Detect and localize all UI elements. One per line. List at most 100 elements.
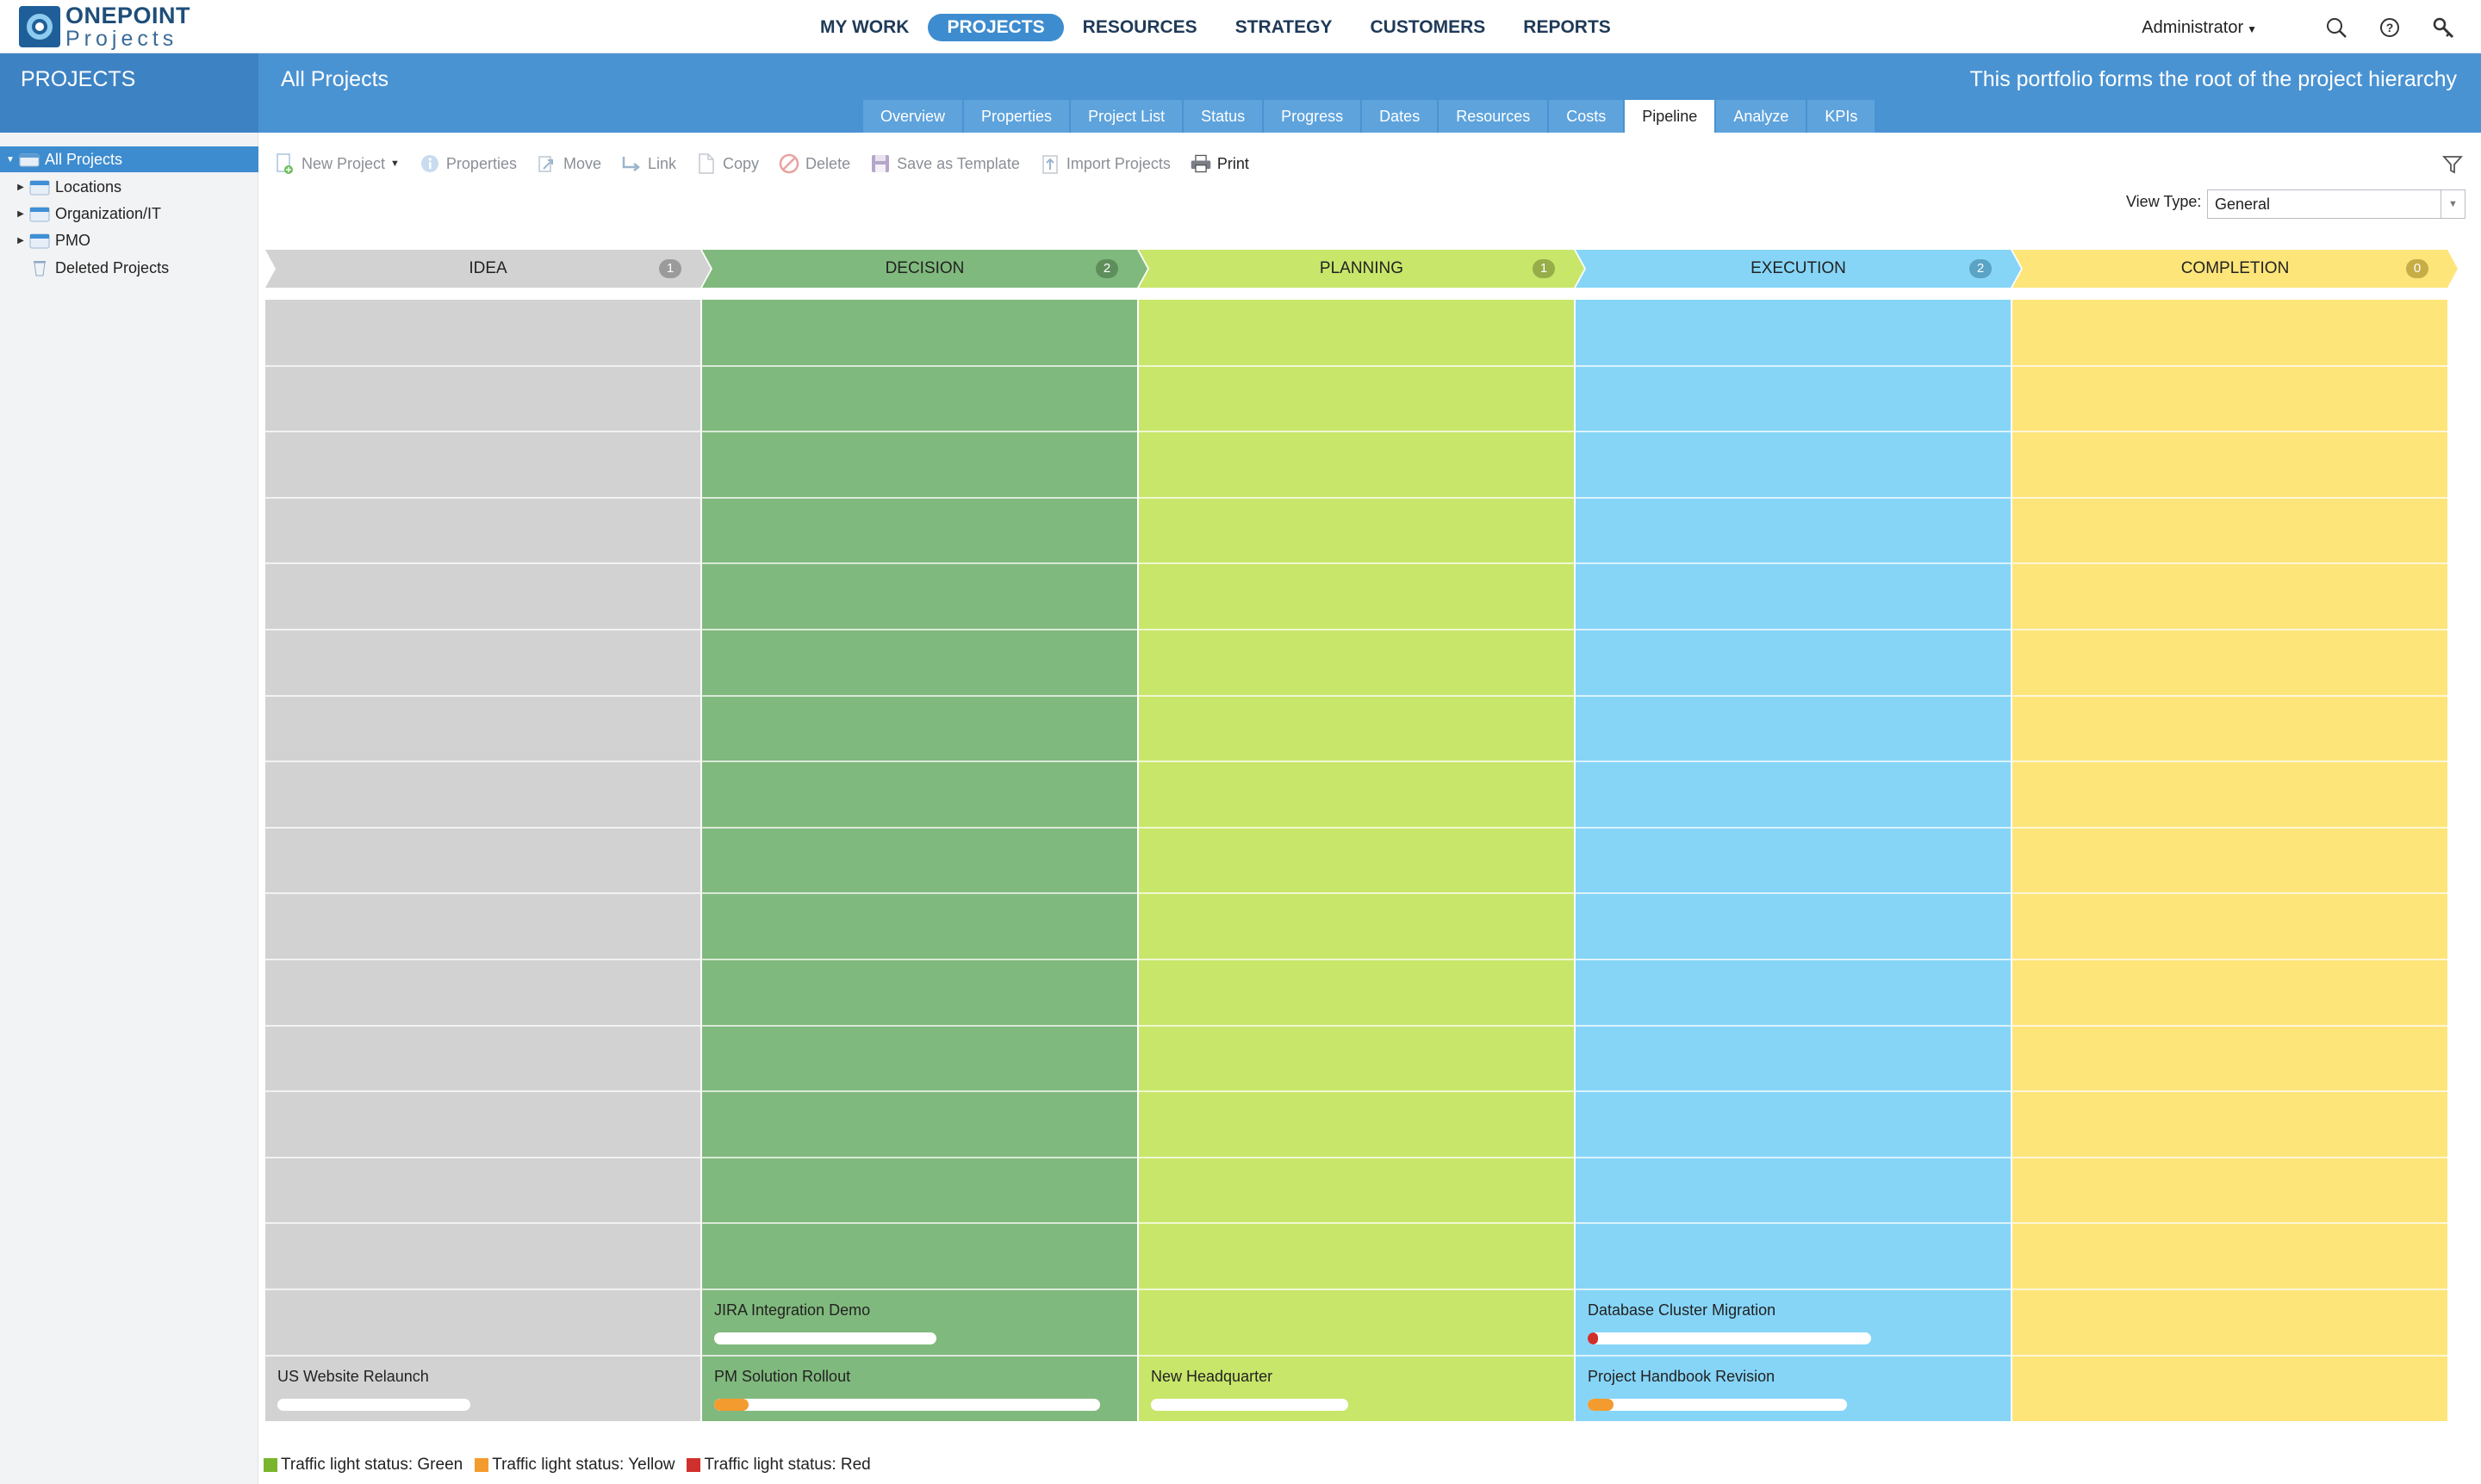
row-divider bbox=[702, 892, 1137, 895]
project-name: Database Cluster Migration bbox=[1588, 1301, 1776, 1319]
view-type-value: General bbox=[2215, 196, 2271, 213]
row-divider bbox=[265, 826, 700, 829]
row-divider bbox=[1576, 959, 2011, 960]
tab-dates[interactable]: Dates bbox=[1362, 100, 1438, 133]
onepoint-logo[interactable]: ONEPOINT Projects bbox=[19, 3, 190, 49]
tab-overview[interactable]: Overview bbox=[863, 100, 963, 133]
stage-name: DECISION bbox=[885, 259, 965, 277]
row-divider bbox=[1139, 364, 1574, 367]
filter-icon[interactable] bbox=[2441, 153, 2464, 176]
legend-item: Traffic light status: Red bbox=[687, 1456, 871, 1475]
row-divider bbox=[2012, 1156, 2447, 1158]
project-card[interactable]: New Headquarter bbox=[1139, 1356, 1574, 1421]
row-divider bbox=[1139, 496, 1574, 499]
tab-progress[interactable]: Progress bbox=[1264, 100, 1361, 133]
project-card[interactable]: Project Handbook Revision bbox=[1576, 1356, 2011, 1421]
row-divider bbox=[2012, 1024, 2447, 1027]
info-icon bbox=[419, 152, 441, 175]
progress-bar bbox=[1588, 1398, 1847, 1411]
tree-item-deleted-projects[interactable]: Deleted Projects bbox=[0, 255, 258, 281]
project-card[interactable]: PM Solution Rollout bbox=[702, 1356, 1137, 1421]
stage-column-decision: JIRA Integration Demo PM Solution Rollout bbox=[702, 300, 1137, 1422]
portfolio-icon bbox=[19, 151, 40, 168]
row-divider bbox=[2012, 761, 2447, 763]
project-name: Project Handbook Revision bbox=[1588, 1367, 1775, 1385]
view-type-select[interactable]: General ▼ bbox=[2207, 189, 2465, 219]
row-divider bbox=[702, 1024, 1137, 1027]
tree-item-pmo[interactable]: ▶ PMO bbox=[0, 227, 258, 253]
tab-properties[interactable]: Properties bbox=[964, 100, 1070, 133]
expand-toggle-icon[interactable]: ▶ bbox=[16, 236, 26, 245]
project-card[interactable]: Database Cluster Migration bbox=[1576, 1289, 2011, 1355]
tree-item-locations[interactable]: ▶ Locations bbox=[0, 174, 258, 200]
tab-status[interactable]: Status bbox=[1184, 100, 1263, 133]
row-divider bbox=[1576, 1090, 2011, 1093]
import-projects-button[interactable]: Import Projects bbox=[1039, 152, 1171, 175]
row-divider bbox=[265, 1024, 700, 1027]
properties-button[interactable]: Properties bbox=[419, 152, 517, 175]
tab-resources[interactable]: Resources bbox=[1439, 100, 1548, 133]
row-divider bbox=[265, 1090, 700, 1093]
save-icon bbox=[869, 152, 892, 175]
row-divider bbox=[702, 1222, 1137, 1225]
expand-toggle-icon[interactable]: ▶ bbox=[16, 209, 26, 219]
row-divider bbox=[265, 629, 700, 630]
tree-item-label: Deleted Projects bbox=[55, 258, 170, 276]
row-divider bbox=[265, 431, 700, 433]
user-menu[interactable]: Administrator ▼ bbox=[2142, 18, 2257, 38]
row-divider bbox=[1139, 431, 1574, 433]
nav-reports[interactable]: REPORTS bbox=[1504, 14, 1630, 41]
new-project-button[interactable]: New Project ▼ bbox=[274, 152, 400, 175]
move-icon bbox=[536, 152, 558, 175]
main-navigation: MY WORK PROJECTS RESOURCES STRATEGY CUSTOMER… bbox=[801, 12, 1630, 43]
stage-count-badge: 1 bbox=[1533, 259, 1555, 278]
link-button[interactable]: Link bbox=[620, 152, 676, 175]
project-card[interactable]: JIRA Integration Demo bbox=[702, 1289, 1137, 1355]
row-divider bbox=[702, 1156, 1137, 1158]
stage-header-idea: IDEA 1 bbox=[265, 250, 711, 288]
print-button[interactable]: Print bbox=[1190, 152, 1249, 175]
tree-item-organization-it[interactable]: ▶ Organization/IT bbox=[0, 201, 258, 227]
row-divider bbox=[265, 694, 700, 697]
tab-costs[interactable]: Costs bbox=[1549, 100, 1624, 133]
row-divider bbox=[1139, 1222, 1574, 1225]
row-divider bbox=[2012, 562, 2447, 565]
row-divider bbox=[2012, 1222, 2447, 1225]
row-divider bbox=[265, 761, 700, 763]
tree-item-all-projects[interactable]: ▼ All Projects bbox=[0, 146, 258, 172]
row-divider bbox=[2012, 694, 2447, 697]
row-divider bbox=[1139, 1024, 1574, 1027]
nav-strategy[interactable]: STRATEGY bbox=[1216, 14, 1352, 41]
save-as-template-button[interactable]: Save as Template bbox=[869, 152, 1020, 175]
key-icon[interactable] bbox=[2431, 16, 2455, 40]
top-navigation-bar: ONEPOINT Projects MY WORK PROJECTS RESOURC… bbox=[0, 0, 2481, 53]
collapse-toggle-icon[interactable]: ▼ bbox=[5, 155, 16, 165]
row-divider bbox=[265, 1156, 700, 1158]
page-title: All Projects bbox=[281, 67, 389, 91]
move-button[interactable]: Move bbox=[536, 152, 601, 175]
legend-swatch bbox=[475, 1458, 489, 1472]
nav-resources[interactable]: RESOURCES bbox=[1064, 14, 1216, 41]
row-divider bbox=[702, 959, 1137, 960]
folder-icon bbox=[29, 232, 50, 249]
row-divider bbox=[1576, 431, 2011, 433]
row-divider bbox=[1576, 892, 2011, 895]
nav-projects[interactable]: PROJECTS bbox=[928, 14, 1064, 41]
delete-button[interactable]: Delete bbox=[778, 152, 850, 175]
copy-button[interactable]: Copy bbox=[695, 152, 759, 175]
tab-project-list[interactable]: Project List bbox=[1071, 100, 1183, 133]
search-icon[interactable] bbox=[2324, 16, 2348, 40]
row-divider bbox=[1576, 1156, 2011, 1158]
expand-toggle-icon[interactable]: ▶ bbox=[16, 183, 26, 192]
user-name: Administrator bbox=[2142, 17, 2244, 37]
nav-my-work[interactable]: MY WORK bbox=[801, 14, 928, 41]
chevron-down-icon: ▼ bbox=[2441, 190, 2465, 218]
project-card[interactable]: US Website Relaunch bbox=[265, 1356, 700, 1421]
stage-count-badge: 0 bbox=[2406, 259, 2428, 278]
help-icon[interactable]: ? bbox=[2378, 16, 2402, 40]
row-divider bbox=[2012, 826, 2447, 829]
tab-analyze[interactable]: Analyze bbox=[1716, 100, 1806, 133]
nav-customers[interactable]: CUSTOMERS bbox=[1351, 14, 1504, 41]
tab-kpis[interactable]: KPIs bbox=[1807, 100, 1875, 133]
tab-pipeline[interactable]: Pipeline bbox=[1625, 100, 1715, 133]
